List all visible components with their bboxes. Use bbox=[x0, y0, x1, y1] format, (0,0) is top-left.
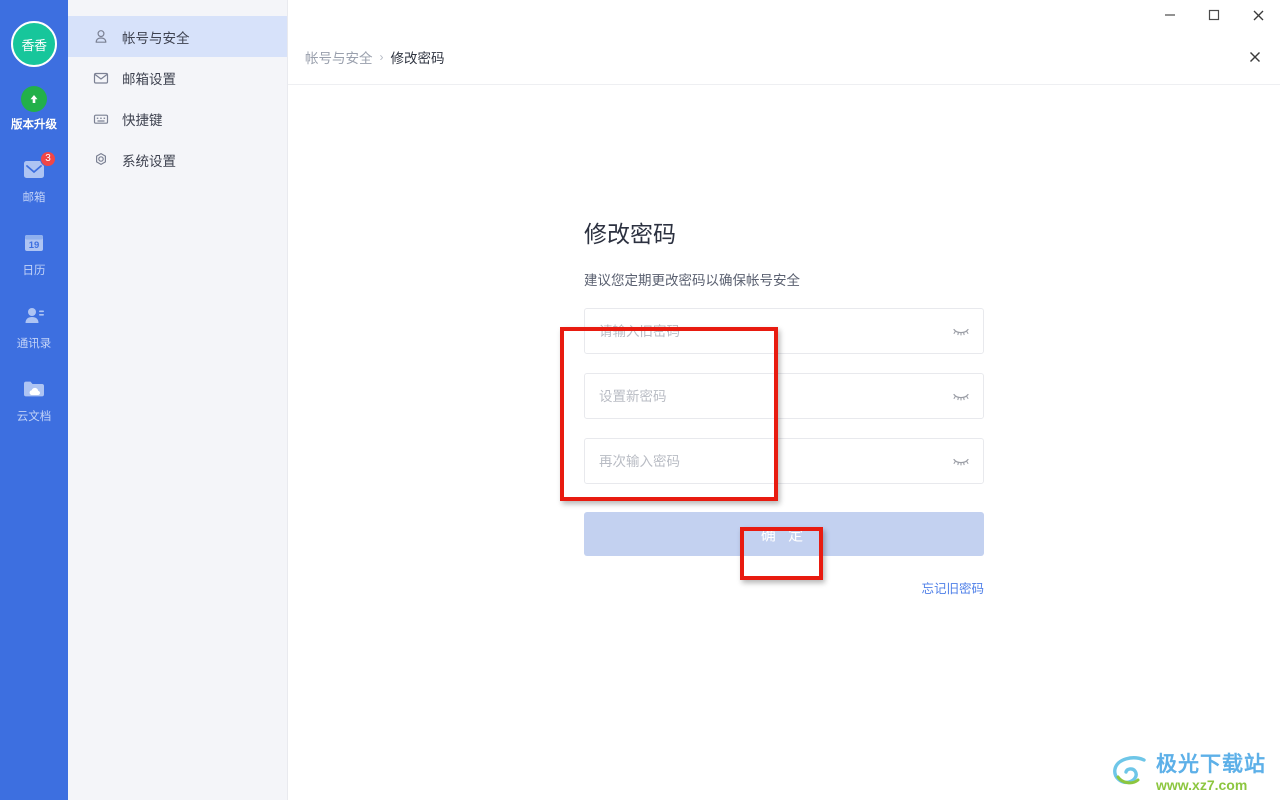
panel-close-button[interactable] bbox=[1242, 44, 1268, 70]
new-password-field[interactable] bbox=[584, 373, 984, 419]
sidebar-item-shortcuts[interactable]: 快捷键 bbox=[68, 98, 287, 139]
confirm-password-field[interactable] bbox=[584, 438, 984, 484]
minimize-icon bbox=[1165, 14, 1175, 16]
form-subtitle: 建议您定期更改密码以确保帐号安全 bbox=[584, 273, 800, 288]
forgot-password-link[interactable]: 忘记旧密码 bbox=[921, 582, 984, 596]
watermark-title: 极光下载站 bbox=[1156, 752, 1266, 776]
close-icon bbox=[1250, 52, 1260, 62]
calendar-icon: 19 bbox=[25, 235, 43, 251]
version-upgrade-button[interactable]: 版本升级 bbox=[0, 86, 68, 132]
confirm-password-input[interactable] bbox=[585, 439, 983, 483]
sidebar-item-system-settings-label: 系统设置 bbox=[122, 153, 176, 169]
window-close-button[interactable] bbox=[1236, 0, 1280, 30]
keyboard-icon bbox=[93, 111, 109, 127]
svg-text:19: 19 bbox=[29, 240, 40, 251]
rail-item-contacts[interactable]: 通讯录 bbox=[0, 302, 68, 351]
rail-item-mail[interactable]: 3 邮箱 bbox=[0, 151, 68, 205]
breadcrumb-current: 修改密码 bbox=[390, 51, 445, 66]
avatar-text: 香香 bbox=[21, 37, 47, 53]
sidebar-item-shortcuts-label: 快捷键 bbox=[122, 112, 163, 128]
breadcrumb-parent[interactable]: 帐号与安全 bbox=[305, 47, 373, 67]
watermark: 极光下载站 www.xz7.com bbox=[1111, 753, 1266, 792]
version-upgrade-label: 版本升级 bbox=[11, 119, 57, 131]
maximize-button[interactable] bbox=[1192, 0, 1236, 30]
rail-item-mail-label: 邮箱 bbox=[22, 192, 46, 204]
minimize-button[interactable] bbox=[1148, 0, 1192, 30]
aurora-swirl-icon bbox=[1111, 753, 1151, 792]
cloud-folder-icon bbox=[24, 381, 44, 397]
gear-icon bbox=[93, 152, 109, 168]
submit-button[interactable]: 确 定 bbox=[584, 512, 984, 556]
rail-item-calendar[interactable]: 19 日历 bbox=[0, 229, 68, 278]
person-icon bbox=[93, 29, 109, 45]
sidebar-item-account-security-label: 帐号与安全 bbox=[122, 30, 190, 46]
arrow-up-circle-icon bbox=[21, 86, 47, 112]
eye-closed-icon[interactable] bbox=[951, 453, 971, 469]
maximize-icon bbox=[1208, 9, 1220, 21]
change-password-form: 修改密码 建议您定期更改密码以确保帐号安全 确 定 忘记旧密码 bbox=[584, 85, 984, 598]
envelope-icon bbox=[93, 70, 109, 86]
page-title: 修改密码 bbox=[584, 221, 676, 247]
close-icon bbox=[1253, 10, 1263, 20]
content-area: 帐号与安全 › 修改密码 修改密码 建议您定期更改密码以确保帐号安全 确 定 忘… bbox=[288, 0, 1280, 800]
mail-unread-badge: 3 bbox=[40, 151, 56, 167]
rail-item-contacts-label: 通讯录 bbox=[16, 338, 52, 350]
eye-closed-icon[interactable] bbox=[951, 323, 971, 339]
breadcrumb: 帐号与安全 › 修改密码 bbox=[288, 30, 1280, 85]
old-password-input[interactable] bbox=[585, 309, 983, 353]
settings-sidebar: 帐号与安全 邮箱设置 快捷键 系统设置 bbox=[68, 0, 288, 800]
rail-item-calendar-label: 日历 bbox=[22, 265, 46, 277]
forgot-password-row: 忘记旧密码 bbox=[584, 578, 984, 598]
sidebar-item-mail-settings[interactable]: 邮箱设置 bbox=[68, 57, 287, 98]
window-titlebar bbox=[1148, 0, 1280, 30]
sidebar-item-mail-settings-label: 邮箱设置 bbox=[122, 71, 176, 87]
sidebar-item-system-settings[interactable]: 系统设置 bbox=[68, 139, 287, 180]
contacts-icon bbox=[25, 308, 44, 323]
rail-item-cloud-docs-label: 云文档 bbox=[16, 411, 52, 423]
avatar[interactable]: 香香 bbox=[11, 21, 57, 67]
app-window: 香香 版本升级 3 邮箱 19 日历 通讯录 云文档 帐号与安全 邮箱设置 快捷… bbox=[0, 0, 1280, 800]
new-password-input[interactable] bbox=[585, 374, 983, 418]
eye-closed-icon[interactable] bbox=[951, 388, 971, 404]
old-password-field[interactable] bbox=[584, 308, 984, 354]
primary-nav-rail: 香香 版本升级 3 邮箱 19 日历 通讯录 云文档 bbox=[0, 0, 68, 800]
breadcrumb-separator-icon: › bbox=[379, 50, 384, 64]
sidebar-item-account-security[interactable]: 帐号与安全 bbox=[68, 16, 287, 57]
watermark-url: www.xz7.com bbox=[1156, 776, 1248, 793]
rail-item-cloud-docs[interactable]: 云文档 bbox=[0, 375, 68, 424]
